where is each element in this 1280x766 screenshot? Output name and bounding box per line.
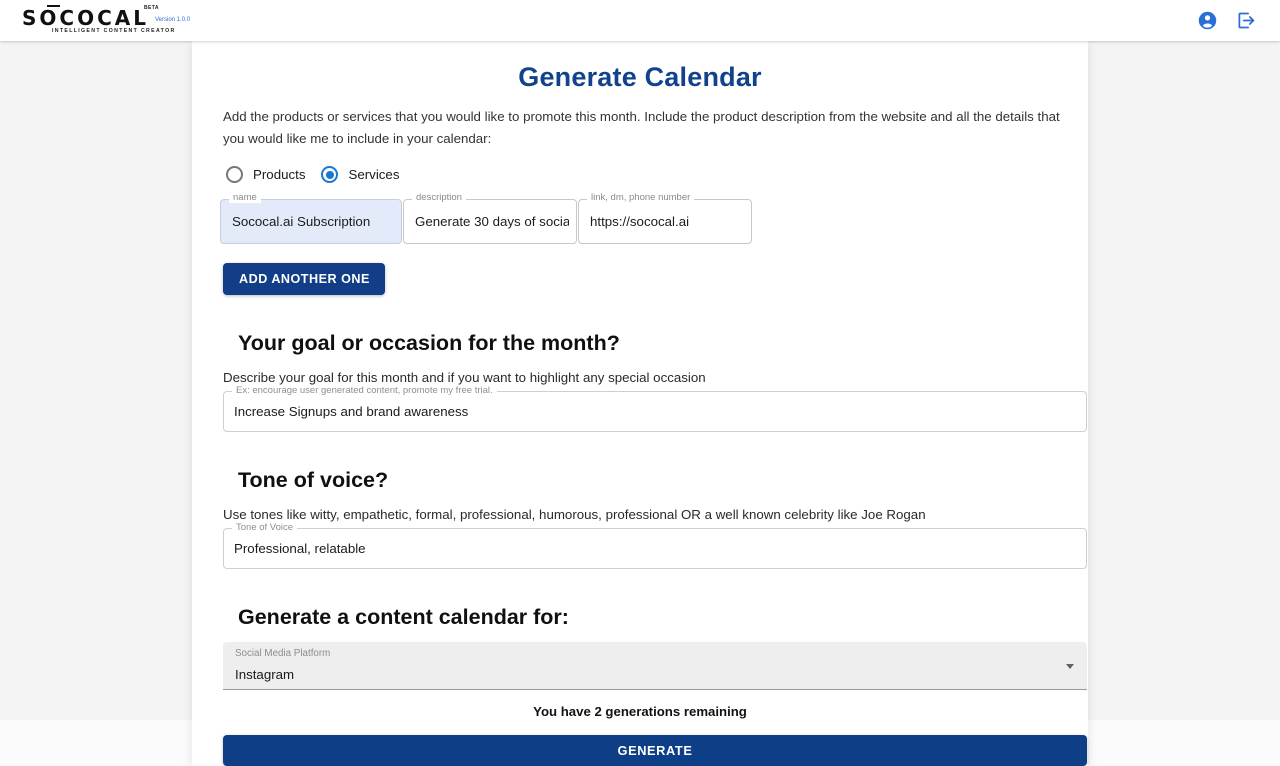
platform-select-value: Instagram bbox=[235, 667, 295, 682]
promo-type-radio-group: Products Services bbox=[208, 162, 1072, 187]
radio-label-products: Products bbox=[253, 167, 306, 182]
link-field[interactable]: link, dm, phone number https://sococal.a… bbox=[578, 192, 752, 244]
generations-remaining-text: You have 2 generations remaining bbox=[533, 704, 747, 719]
link-field-label: link, dm, phone number bbox=[587, 192, 695, 203]
generate-button[interactable]: GENERATE bbox=[223, 735, 1087, 766]
page-background: Generate Calendar Add the products or se… bbox=[0, 41, 1280, 766]
description-field-value[interactable]: Generate 30 days of social r bbox=[415, 199, 569, 244]
header-actions bbox=[1197, 10, 1256, 31]
radio-icon-services bbox=[321, 166, 339, 183]
goal-field-value[interactable]: Increase Signups and brand awareness bbox=[223, 391, 1087, 432]
brand-tagline: INTELLIGENT CONTENT CREATOR bbox=[52, 27, 176, 34]
platform-section-heading: Generate a content calendar for: bbox=[238, 605, 569, 629]
link-field-value[interactable]: https://sococal.ai bbox=[590, 199, 744, 244]
description-field[interactable]: description Generate 30 days of social r bbox=[403, 192, 577, 244]
intro-text: Add the products or services that you wo… bbox=[223, 109, 1060, 146]
goal-field[interactable]: Ex: encourage user generated content, pr… bbox=[223, 385, 1087, 432]
account-circle-icon[interactable] bbox=[1197, 10, 1218, 31]
beta-badge: BETA bbox=[144, 4, 159, 11]
logout-icon[interactable] bbox=[1235, 10, 1256, 31]
chevron-down-icon bbox=[1066, 663, 1074, 669]
tone-field[interactable]: Tone of Voice Professional, relatable bbox=[223, 522, 1087, 569]
app-header: SOCOCAL BETA INTELLIGENT CONTENT CREATOR… bbox=[0, 0, 1280, 41]
page-title: Generate Calendar bbox=[518, 62, 762, 92]
version-label: Version 1.0.0 bbox=[155, 16, 191, 23]
item-fields-row: name Sococal.ai Subscription description… bbox=[208, 192, 1072, 244]
brand-logo: SOCOCAL BETA INTELLIGENT CONTENT CREATOR… bbox=[22, 4, 192, 38]
name-field[interactable]: name Sococal.ai Subscription bbox=[220, 192, 402, 244]
name-field-label: name bbox=[229, 192, 261, 203]
name-field-value[interactable]: Sococal.ai Subscription bbox=[232, 199, 394, 244]
tone-section-heading: Tone of voice? bbox=[238, 468, 389, 492]
radio-option-services[interactable]: Services bbox=[315, 162, 405, 187]
radio-option-products[interactable]: Products bbox=[220, 162, 311, 187]
social-media-platform-select[interactable]: Social Media Platform Instagram bbox=[223, 642, 1087, 690]
goal-section-help: Describe your goal for this month and if… bbox=[223, 370, 706, 385]
form-card: Generate Calendar Add the products or se… bbox=[192, 41, 1088, 766]
tone-field-value[interactable]: Professional, relatable bbox=[223, 528, 1087, 569]
description-field-label: description bbox=[412, 192, 466, 203]
add-another-one-button[interactable]: ADD ANOTHER ONE bbox=[223, 263, 385, 295]
radio-label-services: Services bbox=[348, 167, 400, 182]
tone-section-help: Use tones like witty, empathetic, formal… bbox=[223, 507, 926, 522]
tone-field-label: Tone of Voice bbox=[232, 522, 298, 533]
brand-name: SOCOCAL bbox=[22, 5, 149, 30]
goal-field-label: Ex: encourage user generated content, pr… bbox=[232, 385, 497, 396]
goal-section-heading: Your goal or occasion for the month? bbox=[238, 331, 620, 355]
platform-select-label: Social Media Platform bbox=[235, 648, 331, 659]
radio-icon-products bbox=[226, 166, 243, 183]
